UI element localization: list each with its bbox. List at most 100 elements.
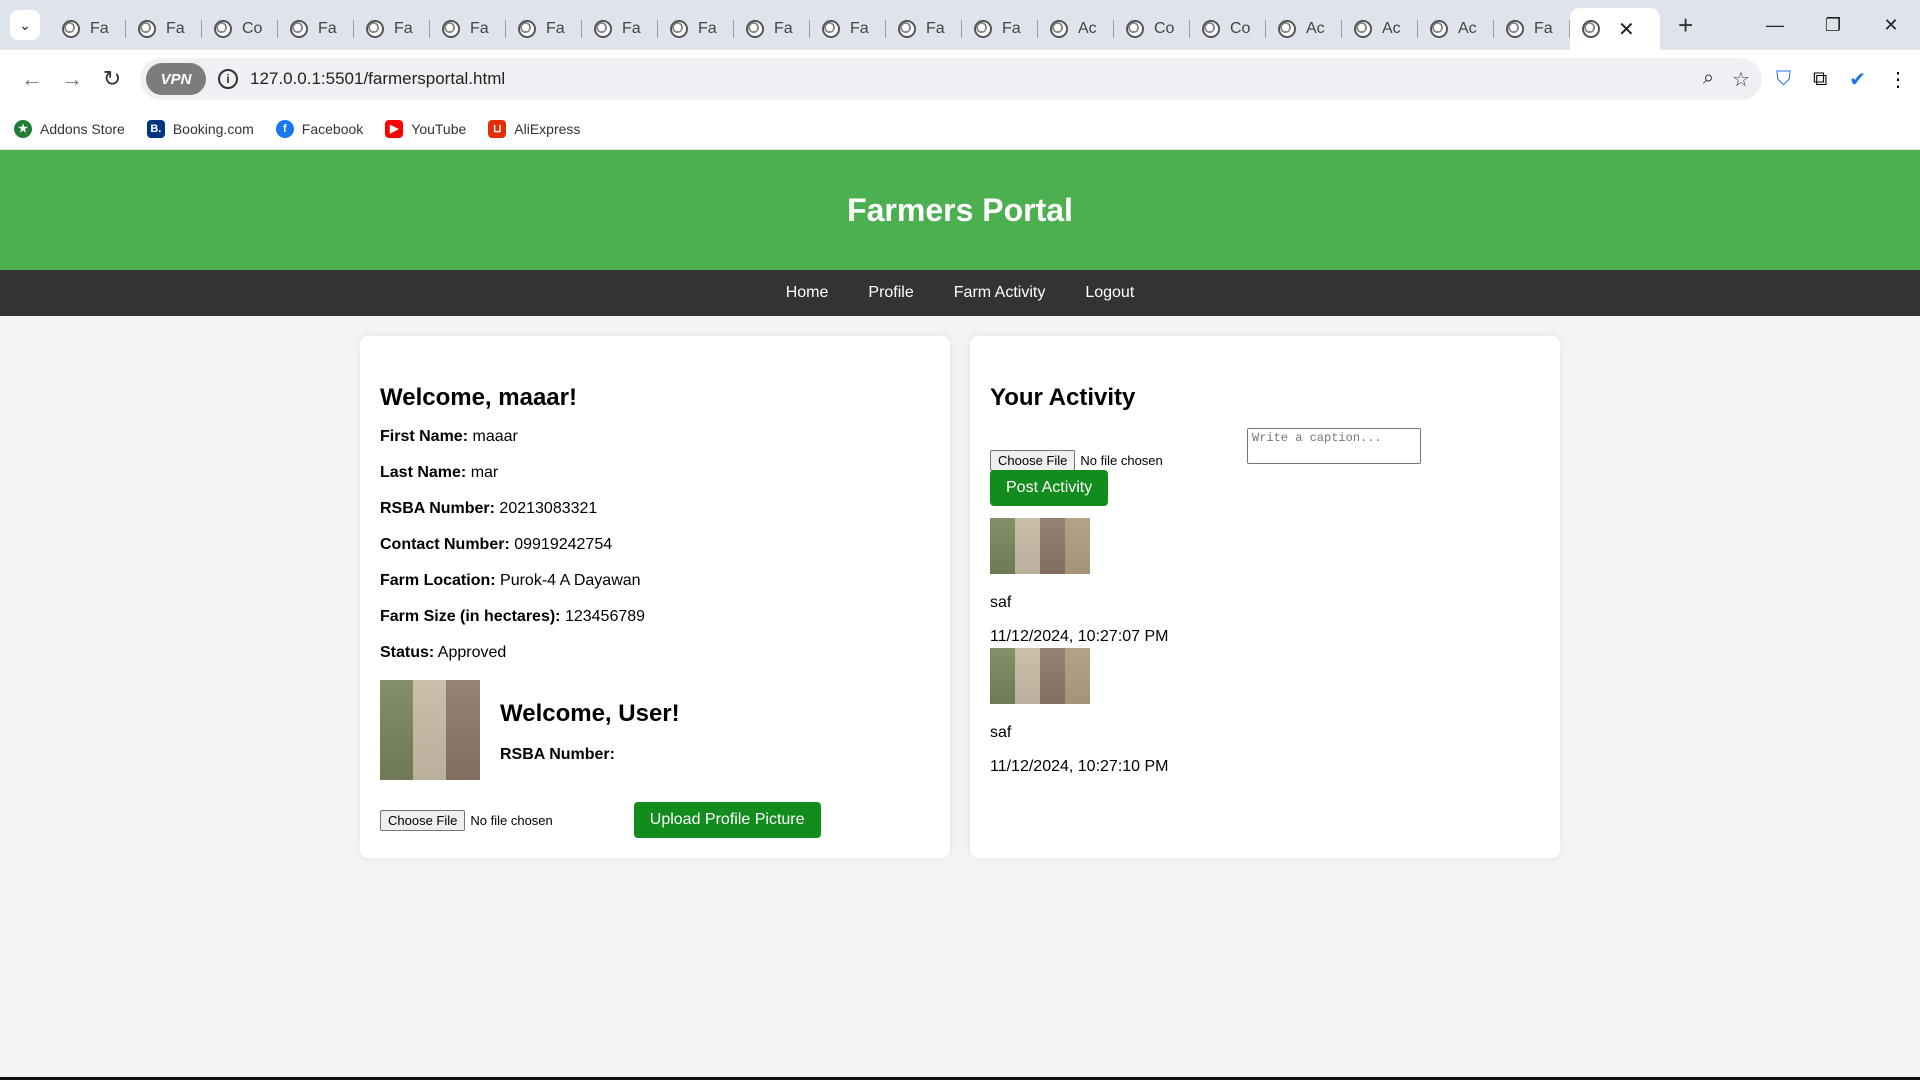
close-tab-icon[interactable]: ✕ xyxy=(1618,17,1635,42)
browser-tab[interactable]: Fa xyxy=(506,10,582,48)
globe-icon xyxy=(442,20,460,38)
browser-tab[interactable]: Fa xyxy=(810,10,886,48)
globe-icon xyxy=(746,20,764,38)
tab-list: Fa Fa Co Fa Fa Fa Fa Fa Fa Fa Fa Fa Fa A… xyxy=(50,0,1693,50)
globe-icon xyxy=(898,20,916,38)
browser-tab[interactable]: Ac xyxy=(1266,10,1342,48)
aliexpress-icon: ⊔ xyxy=(488,119,507,138)
bookmark-star-icon[interactable]: ☆ xyxy=(1732,67,1750,92)
nav-logout-link[interactable]: Logout xyxy=(1085,284,1134,302)
browser-tab[interactable]: Fa xyxy=(278,10,354,48)
post-image xyxy=(990,648,1090,704)
globe-icon xyxy=(62,20,80,38)
globe-icon xyxy=(670,20,688,38)
browser-tab-active[interactable]: ✕ xyxy=(1570,8,1660,50)
browser-tab[interactable]: Fa xyxy=(1494,10,1570,48)
profile-summary: Welcome, User! RSBA Number: xyxy=(380,680,930,780)
post-activity-button[interactable]: Post Activity xyxy=(990,470,1109,506)
nav-home-link[interactable]: Home xyxy=(786,284,829,302)
nav-profile-link[interactable]: Profile xyxy=(868,284,913,302)
tab-search-button[interactable]: ⌄ xyxy=(10,10,40,40)
browser-tab[interactable]: Fa xyxy=(582,10,658,48)
activity-post: saf 11/12/2024, 10:27:07 PM xyxy=(990,518,1540,646)
browser-tab[interactable]: Fa xyxy=(126,10,202,48)
minimize-icon[interactable]: — xyxy=(1746,0,1804,50)
browser-tab[interactable]: Fa xyxy=(734,10,810,48)
bookmark-booking[interactable]: B. Booking.com xyxy=(146,119,254,138)
browser-menu-icon[interactable]: ⋮ xyxy=(1888,67,1908,92)
browser-tab[interactable]: Co xyxy=(1190,10,1266,48)
profile-picture xyxy=(380,680,480,780)
password-manager-icon[interactable]: ⛉ xyxy=(1776,68,1791,91)
security-shield-icon[interactable]: ✔ xyxy=(1849,67,1866,92)
info-icon[interactable]: i xyxy=(218,69,238,89)
site-header: Farmers Portal xyxy=(0,150,1920,270)
nav-farm-activity-link[interactable]: Farm Activity xyxy=(954,284,1046,302)
bookmark-facebook[interactable]: f Facebook xyxy=(275,119,363,138)
browser-tab[interactable]: Fa xyxy=(962,10,1038,48)
profile-card: Welcome, maaar! First Name: maaar Last N… xyxy=(360,336,950,858)
activity-choose-file-button[interactable]: Choose File xyxy=(990,450,1076,471)
post-caption: saf xyxy=(990,724,1012,741)
browser-tab[interactable]: Fa xyxy=(430,10,506,48)
caption-textarea[interactable]: Write a caption... xyxy=(1247,428,1421,464)
last-name-field: Last Name: mar xyxy=(380,464,499,481)
post-timestamp: 11/12/2024, 10:27:10 PM xyxy=(990,758,1169,775)
browser-toolbar: ← → ↻ VPN i 127.0.0.1:5501/farmersportal… xyxy=(0,50,1920,108)
globe-icon xyxy=(1050,20,1068,38)
activity-post: saf 11/12/2024, 10:27:10 PM xyxy=(990,648,1540,776)
booking-icon: B. xyxy=(146,119,165,138)
forward-arrow-icon[interactable]: → xyxy=(52,59,92,99)
close-window-icon[interactable]: ✕ xyxy=(1862,0,1920,50)
globe-icon xyxy=(518,20,536,38)
browser-tab[interactable]: Fa xyxy=(886,10,962,48)
activity-file-status: No file chosen xyxy=(1080,453,1163,468)
new-tab-button[interactable]: + xyxy=(1678,10,1693,41)
globe-icon xyxy=(1278,20,1296,38)
globe-icon xyxy=(290,20,308,38)
extensions-puzzle-icon[interactable]: ⧉ xyxy=(1813,68,1827,91)
profile-choose-file-button[interactable]: Choose File xyxy=(380,809,466,831)
facebook-icon: f xyxy=(275,119,294,138)
back-arrow-icon[interactable]: ← xyxy=(12,59,52,99)
reload-icon[interactable]: ↻ xyxy=(92,59,132,99)
browser-tab[interactable]: Fa xyxy=(354,10,430,48)
window-controls: — ❐ ✕ xyxy=(1746,0,1920,50)
farm-location-field: Farm Location: Purok-4 A Dayawan xyxy=(380,572,641,589)
bookmark-aliexpress[interactable]: ⊔ AliExpress xyxy=(488,119,580,138)
globe-icon xyxy=(974,20,992,38)
extensions-area: ⛉ ⧉ ✔ ⋮ xyxy=(1776,67,1908,92)
browser-tab[interactable]: Co xyxy=(202,10,278,48)
post-caption: saf xyxy=(990,594,1012,611)
browser-tab[interactable]: Ac xyxy=(1418,10,1494,48)
browser-tab[interactable]: Fa xyxy=(50,10,126,48)
chevron-down-icon: ⌄ xyxy=(19,16,31,33)
profile-file-status: No file chosen xyxy=(470,812,553,828)
globe-icon xyxy=(214,20,232,38)
restore-icon[interactable]: ❐ xyxy=(1804,0,1862,50)
globe-icon xyxy=(594,20,612,38)
globe-icon xyxy=(822,20,840,38)
browser-tab[interactable]: Ac xyxy=(1038,10,1114,48)
profile-summary-text: Welcome, User! RSBA Number: xyxy=(500,680,680,764)
globe-icon xyxy=(138,20,156,38)
globe-icon xyxy=(1430,20,1448,38)
site-nav: Home Profile Farm Activity Logout xyxy=(0,270,1920,316)
post-image xyxy=(990,518,1090,574)
bookmark-youtube[interactable]: ▶ YouTube xyxy=(385,119,466,138)
browser-tab[interactable]: Fa xyxy=(658,10,734,48)
first-name-field: First Name: maaar xyxy=(380,428,518,445)
upload-profile-picture-button[interactable]: Upload Profile Picture xyxy=(633,802,821,838)
browser-tab[interactable]: Ac xyxy=(1342,10,1418,48)
address-bar[interactable]: VPN i 127.0.0.1:5501/farmersportal.html … xyxy=(140,58,1762,100)
activity-heading: Your Activity xyxy=(990,384,1136,411)
zoom-icon[interactable]: ⌕ xyxy=(1703,67,1714,92)
bookmark-addons-store[interactable]: ★ Addons Store xyxy=(14,119,125,138)
browser-tab[interactable]: Co xyxy=(1114,10,1190,48)
activity-file-input: Choose File No file chosen xyxy=(990,450,1163,471)
url-text[interactable]: 127.0.0.1:5501/farmersportal.html xyxy=(250,69,505,89)
omnibox-actions: ⌕ ☆ xyxy=(1703,67,1750,92)
rsba-number-field: RSBA Number: 20213083321 xyxy=(380,500,598,517)
vpn-badge[interactable]: VPN xyxy=(146,63,206,95)
globe-icon xyxy=(1202,20,1220,38)
